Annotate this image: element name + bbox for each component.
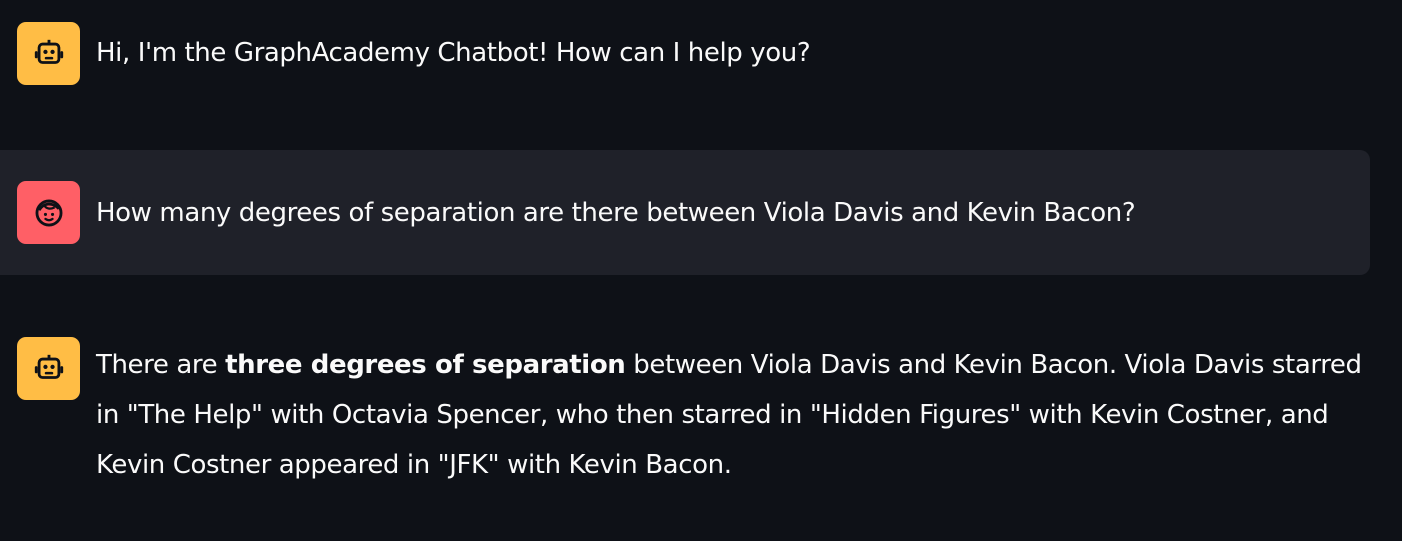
message-text-prefix: There are <box>96 350 226 380</box>
smiley-face-icon <box>17 181 80 244</box>
robot-icon <box>17 22 80 85</box>
assistant-message: There are three degrees of separation be… <box>0 337 1370 490</box>
user-message: How many degrees of separation are there… <box>0 150 1370 275</box>
robot-icon <box>17 337 80 400</box>
assistant-message-text: Hi, I'm the GraphAcademy Chatbot! How ca… <box>96 38 811 68</box>
message-text-bold: three degrees of separation <box>225 350 626 380</box>
assistant-message: Hi, I'm the GraphAcademy Chatbot! How ca… <box>0 22 1370 85</box>
assistant-message-text: There are three degrees of separation be… <box>96 340 1370 490</box>
user-message-text: How many degrees of separation are there… <box>96 198 1136 228</box>
chat-container: Hi, I'm the GraphAcademy Chatbot! How ca… <box>0 0 1402 541</box>
